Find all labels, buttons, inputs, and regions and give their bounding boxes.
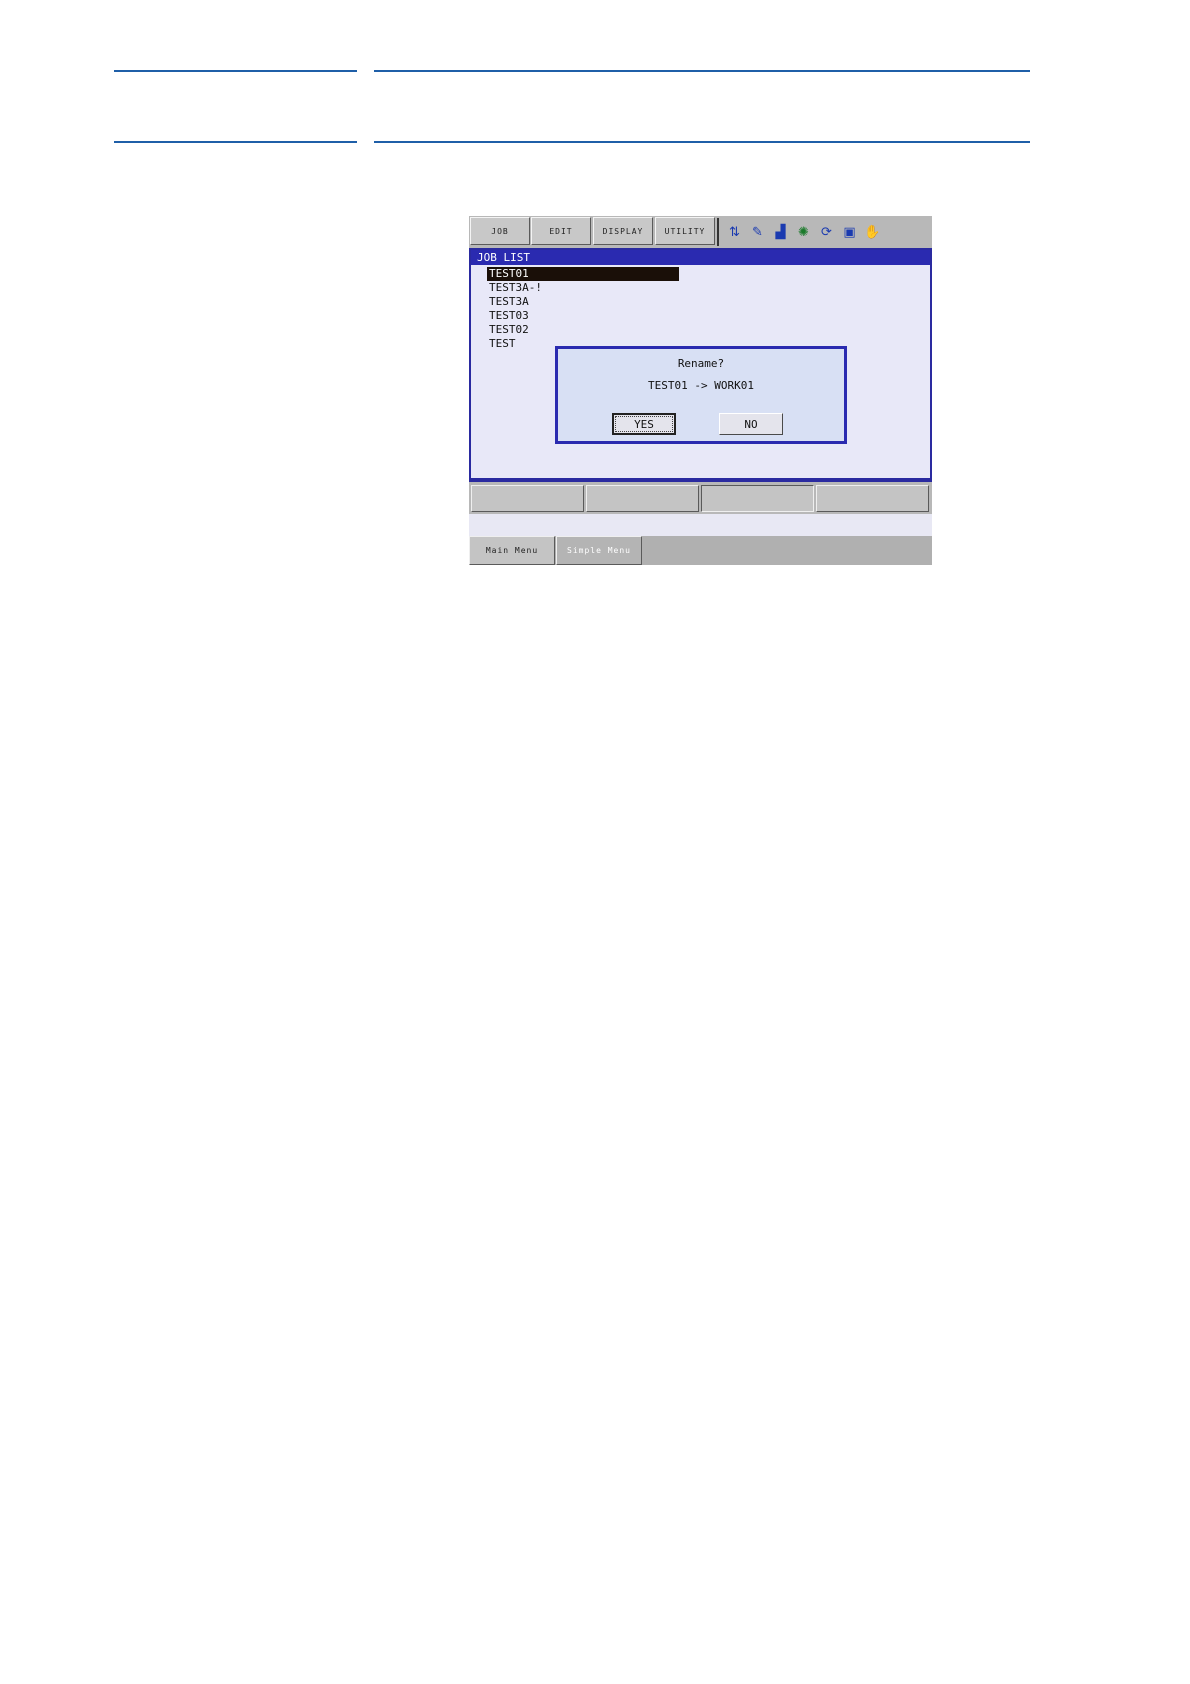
job-list-item[interactable]: TEST3A xyxy=(487,295,679,309)
cycle-icon[interactable]: ⟳ xyxy=(817,223,836,242)
speed-icon[interactable]: ▟ xyxy=(771,223,790,242)
function-key-4[interactable] xyxy=(816,485,929,512)
menu-display-button[interactable]: DISPLAY xyxy=(593,217,653,245)
robot-icon[interactable]: ✺ xyxy=(794,223,813,242)
function-key-bar xyxy=(469,480,932,514)
function-key-1[interactable] xyxy=(471,485,584,512)
job-list-item-selected[interactable]: TEST01 xyxy=(487,267,679,281)
simple-menu-button[interactable]: Simple Menu xyxy=(556,536,642,565)
no-button[interactable]: NO xyxy=(719,413,783,435)
status-icon-bar: ⇅ ✎ ▟ ✺ ⟳ ▣ ✋ xyxy=(717,218,929,246)
job-list-item[interactable]: TEST03 xyxy=(487,309,679,323)
menu-edit-button[interactable]: EDIT xyxy=(531,217,591,245)
yes-button[interactable]: YES xyxy=(612,413,676,435)
play-icon[interactable]: ▣ xyxy=(840,223,859,242)
coordinate-icon[interactable]: ⇅ xyxy=(725,223,744,242)
menu-bar: JOB EDIT DISPLAY UTILITY ⇅ ✎ ▟ ✺ ⟳ ▣ ✋ xyxy=(469,216,932,248)
pendant-screen: JOB EDIT DISPLAY UTILITY ⇅ ✎ ▟ ✺ ⟳ ▣ ✋ J… xyxy=(469,216,932,565)
job-list-item[interactable]: TEST02 xyxy=(487,323,679,337)
teach-pendant-icon[interactable]: ✋ xyxy=(863,223,882,242)
header-rule-right-bottom xyxy=(374,141,1030,143)
main-menu-button[interactable]: Main Menu xyxy=(469,536,555,565)
job-list: TEST01 TEST3A-! TEST3A TEST03 TEST02 TES… xyxy=(487,267,787,351)
job-list-item[interactable]: TEST3A-! xyxy=(487,281,679,295)
header-rule-right-top xyxy=(374,70,1030,72)
header-rule-left-top xyxy=(114,70,357,72)
rename-dialog: Rename? TEST01 -> WORK01 YES NO xyxy=(555,346,847,444)
edit-mode-icon[interactable]: ✎ xyxy=(748,223,767,242)
window-title: JOB LIST xyxy=(471,250,930,265)
header-rule-left-bottom xyxy=(114,141,357,143)
dialog-title: Rename? xyxy=(677,357,725,370)
menu-utility-button[interactable]: UTILITY xyxy=(655,217,715,245)
function-key-3[interactable] xyxy=(701,485,814,512)
job-list-window: JOB LIST TEST01 TEST3A-! TEST3A TEST03 T… xyxy=(469,248,932,480)
menu-job-button[interactable]: JOB xyxy=(470,217,530,245)
dialog-message: TEST01 -> WORK01 xyxy=(648,379,754,392)
bottom-menu-bar: Main Menu Simple Menu xyxy=(469,536,932,565)
function-key-2[interactable] xyxy=(586,485,699,512)
